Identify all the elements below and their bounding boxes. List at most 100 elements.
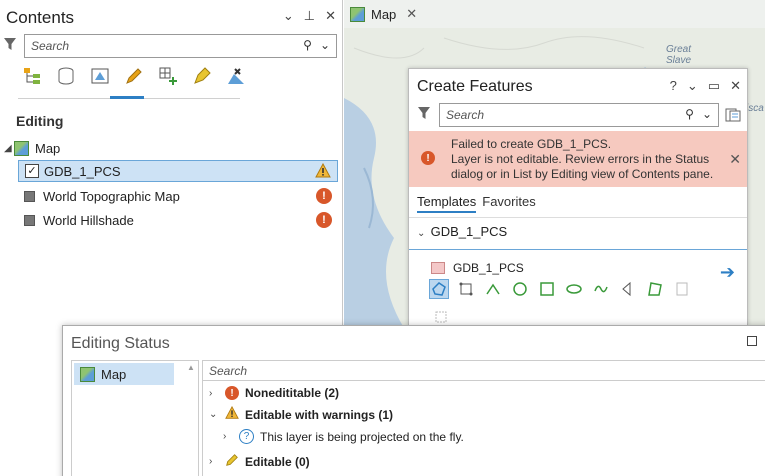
polygon-tool-icon[interactable] xyxy=(429,279,449,299)
collapse-arrow-icon[interactable]: ◢ xyxy=(4,143,14,154)
search-icon[interactable]: ⚲ xyxy=(303,38,312,52)
layer-visibility-checkbox[interactable] xyxy=(24,214,35,226)
search-placeholder: Search xyxy=(31,39,70,53)
help-icon[interactable]: ? xyxy=(670,78,677,94)
chevron-down-icon[interactable]: ⌄ xyxy=(283,8,294,24)
status-group-label: Nonedititable (2) xyxy=(245,386,340,400)
layer-row-world-hillshade[interactable]: World Hillshade ! xyxy=(24,209,338,231)
chevron-down-icon[interactable]: ⌄ xyxy=(687,78,698,94)
ellipse-tool-icon[interactable] xyxy=(564,279,584,299)
template-item-gdb-1-pcs[interactable]: GDB_1_PCS xyxy=(431,261,524,275)
create-features-pane: Create Features ? ⌄ ▭ ✕ Search ⚲ ⌄ ! Fai… xyxy=(408,68,748,326)
polygon-symbol-swatch xyxy=(431,262,445,274)
status-item-projected[interactable]: › ? This layer is being projected on the… xyxy=(223,429,464,444)
split-tool-icon[interactable] xyxy=(672,279,692,299)
list-by-selection-icon[interactable] xyxy=(88,64,111,87)
list-by-drawing-order-icon[interactable] xyxy=(20,64,43,87)
contents-view-toolbar xyxy=(20,64,247,87)
close-icon[interactable]: ✕ xyxy=(730,78,741,94)
map-list: Map ▲ xyxy=(71,360,199,476)
status-group-noneditable[interactable]: › ! Nonedititable (2) xyxy=(209,386,339,400)
right-angle-tool-icon[interactable] xyxy=(483,279,503,299)
square-tool-icon[interactable] xyxy=(537,279,557,299)
layer-visibility-checkbox[interactable] xyxy=(24,190,35,202)
auto-complete-polygon-icon[interactable] xyxy=(645,279,665,299)
map-place-label: isca xyxy=(746,103,764,114)
map-icon xyxy=(350,6,365,22)
layer-name: World Hillshade xyxy=(43,212,134,228)
map-list-item[interactable]: Map xyxy=(74,363,174,385)
extract-polygon-icon[interactable] xyxy=(431,307,451,325)
warning-icon[interactable] xyxy=(315,162,331,182)
help-icon: ? xyxy=(239,429,254,444)
circle-tool-icon[interactable] xyxy=(510,279,530,299)
warning-icon xyxy=(225,405,239,423)
scrollbar[interactable]: ▲ xyxy=(186,363,196,476)
tabs-divider xyxy=(409,217,747,218)
map-tab-label: Map xyxy=(371,6,397,22)
status-group-editable[interactable]: › Editable (0) xyxy=(209,453,310,470)
contents-title: Contents xyxy=(6,8,75,27)
close-icon[interactable]: ✕ xyxy=(325,8,336,24)
filter-icon[interactable] xyxy=(3,37,17,51)
manage-templates-icon[interactable] xyxy=(725,107,741,126)
list-by-labeling-icon[interactable] xyxy=(190,64,213,87)
collapse-arrow-icon[interactable]: ⌄ xyxy=(209,409,219,420)
search-icon[interactable]: ⚲ xyxy=(685,107,694,121)
list-by-perspective-imagery-icon[interactable] xyxy=(224,64,247,87)
chevron-down-icon[interactable]: ⌄ xyxy=(417,228,427,239)
layer-row-world-topographic-map[interactable]: World Topographic Map ! xyxy=(24,185,338,207)
template-group-label: GDB_1_PCS xyxy=(430,224,508,239)
rectangle-tool-icon[interactable] xyxy=(456,279,476,299)
trace-tool-icon[interactable] xyxy=(618,279,638,299)
template-group-gdb-1-pcs[interactable]: ⌄ GDB_1_PCS xyxy=(417,224,507,239)
error-icon: ! xyxy=(225,386,239,400)
map-place-label: Great Slave xyxy=(666,44,692,66)
tab-map[interactable]: Map ✕ xyxy=(350,2,417,26)
expand-arrow-icon[interactable]: › xyxy=(223,431,233,442)
status-search-input[interactable]: Search xyxy=(203,361,765,381)
contents-search-input[interactable]: Search ⚲ ⌄ xyxy=(24,34,337,58)
close-tab-icon[interactable]: ✕ xyxy=(406,6,417,22)
create-features-search-input[interactable]: Search ⚲ ⌄ xyxy=(439,103,719,127)
template-tabs: Templates Favorites xyxy=(417,194,536,213)
expand-arrow-icon[interactable]: › xyxy=(209,456,219,467)
map-list-item-label: Map xyxy=(101,366,127,382)
layer-visibility-checkbox[interactable]: ✓ xyxy=(25,164,39,178)
tree-item-map[interactable]: ◢ Map xyxy=(4,137,334,159)
map-label: Map xyxy=(35,140,61,156)
create-features-controls: ? ⌄ ▭ ✕ xyxy=(670,78,741,94)
tab-favorites[interactable]: Favorites xyxy=(482,194,535,213)
status-tree: Search › ! Nonedititable (2) ⌄ Editable … xyxy=(202,360,765,476)
list-by-data-source-icon[interactable] xyxy=(54,64,77,87)
freehand-tool-icon[interactable] xyxy=(591,279,611,299)
layer-row-gdb-1-pcs[interactable]: ✓ GDB_1_PCS xyxy=(18,160,338,182)
expand-arrow-icon[interactable]: › xyxy=(209,388,219,399)
editing-heading: Editing xyxy=(16,113,64,129)
layer-name: GDB_1_PCS xyxy=(44,163,121,179)
chevron-down-icon[interactable]: ⌄ xyxy=(320,38,330,52)
list-by-editing-icon[interactable] xyxy=(122,64,145,87)
status-item-label: This layer is being projected on the fly… xyxy=(260,429,464,444)
open-tool-pane-arrow-icon[interactable]: ➔ xyxy=(720,262,735,283)
status-group-label: Editable with warnings (1) xyxy=(245,407,394,422)
pin-icon[interactable]: ⊥ xyxy=(304,8,315,24)
filter-icon[interactable] xyxy=(417,106,431,120)
status-group-label: Editable (0) xyxy=(245,454,310,469)
maximize-icon[interactable] xyxy=(747,336,757,346)
status-group-editable-with-warnings[interactable]: ⌄ Editable with warnings (1) xyxy=(209,405,394,423)
maximize-icon[interactable]: ▭ xyxy=(708,78,720,94)
layer-name: World Topographic Map xyxy=(43,188,180,204)
template-name: GDB_1_PCS xyxy=(453,261,524,275)
list-by-snapping-icon[interactable] xyxy=(156,64,179,87)
dismiss-error-icon[interactable]: ✕ xyxy=(729,151,741,168)
error-icon: ! xyxy=(421,151,435,165)
map-icon xyxy=(14,140,29,156)
error-icon[interactable]: ! xyxy=(316,212,332,228)
chevron-down-icon[interactable]: ⌄ xyxy=(702,107,712,121)
map-icon xyxy=(80,366,95,382)
error-icon[interactable]: ! xyxy=(316,188,332,204)
create-features-title: Create Features xyxy=(417,78,533,95)
tab-templates[interactable]: Templates xyxy=(417,194,477,213)
contents-pane-controls: ⌄ ⊥ ✕ xyxy=(283,8,336,24)
